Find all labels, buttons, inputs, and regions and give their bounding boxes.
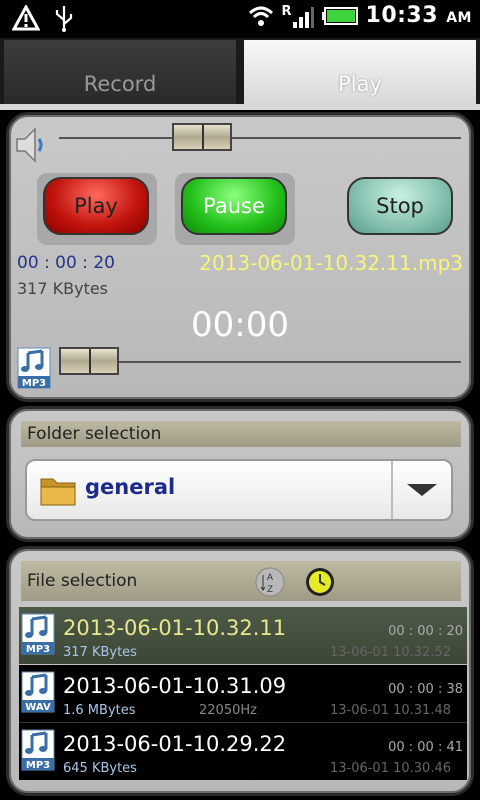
file-sample-rate: 22050Hz [199,703,257,718]
wifi-icon [248,6,273,26]
status-bar: R 10:33 AM [0,0,480,38]
file-section-title: File selection [27,571,138,591]
folder-section-header: Folder selection [21,421,461,447]
file-row[interactable]: MP3 2013-06-01-10.29.22 645 KBytes 00 : … [19,723,467,780]
file-size: 1.6 MBytes [63,703,136,718]
play-button-label: Play [74,194,118,218]
roaming-indicator: R [281,4,292,19]
file-row[interactable]: WAV 2013-06-01-10.31.09 1.6 MBytes 22050… [19,665,467,722]
stop-button-label: Stop [376,194,424,218]
file-size: 645 KBytes [63,761,137,776]
wav-file-icon: WAV [21,671,55,713]
speaker-icon[interactable] [15,123,49,167]
pause-button-frame: Pause [175,173,295,245]
progress-track[interactable] [59,361,461,363]
folder-selected-value: general [85,475,176,499]
file-name: 2013-06-01-10.32.11 [63,616,287,640]
pause-button[interactable]: Pause [181,177,287,235]
file-size: 317 KBytes [63,645,137,660]
player-panel: Play Pause Stop 00 : 00 : 20 317 KBytes … [6,112,474,402]
volume-track[interactable] [59,137,461,139]
row-format-badge: MP3 [26,760,50,771]
mp3-file-icon: MP3 [21,729,55,771]
file-duration: 00 : 00 : 20 [388,624,463,639]
file-row[interactable]: MP3 2013-06-01-10.32.11 317 KBytes 00 : … [19,607,467,664]
stop-button[interactable]: Stop [347,177,453,235]
folder-icon [40,478,76,506]
progress-thumb[interactable] [59,347,119,375]
mp3-file-icon: MP3 [21,613,55,655]
file-section-header: File selection [21,561,461,601]
file-name: 2013-06-01-10.29.22 [63,732,287,756]
clock: 10:33 AM [365,3,472,28]
file-date: 13-06-01 10.31.48 [329,703,451,718]
pause-button-label: Pause [203,194,265,218]
track-size: 317 KBytes [17,279,109,298]
warning-icon [12,5,40,31]
volume-thumb[interactable] [171,123,232,151]
folder-dropdown[interactable]: general [25,459,453,521]
svg-text:Z: Z [267,585,273,595]
file-date: 13-06-01 10.32.52 [329,645,451,660]
chevron-down-icon[interactable] [391,461,451,519]
svg-text:A: A [267,573,274,583]
file-date: 13-06-01 10.30.46 [329,761,451,776]
play-button-frame: Play [37,173,157,245]
signal-icon [292,6,314,28]
file-duration: 00 : 00 : 38 [388,682,463,697]
file-panel: File selection AZ MP3 2013-06-01-10.32.1… [6,546,474,796]
stop-button-frame: Stop [341,173,461,245]
tab-play-label: Play [338,72,382,96]
file-duration: 00 : 00 : 41 [388,740,463,755]
tab-bar: Record Play [0,38,480,104]
battery-icon [321,6,358,25]
folder-panel: Folder selection general [6,406,474,542]
mp3-badge-text: MP3 [22,378,46,389]
usb-icon [55,6,73,32]
track-duration: 00 : 00 : 20 [17,253,115,273]
tab-indicator [0,104,480,110]
row-format-badge: MP3 [26,644,50,655]
track-filename: 2013-06-01-10.32.11.mp3 [199,251,463,275]
file-name: 2013-06-01-10.31.09 [63,674,287,698]
tab-record[interactable]: Record [4,40,236,104]
row-format-badge: WAV [25,702,51,713]
tab-record-label: Record [83,72,157,96]
mp3-file-icon: MP3 [17,347,51,389]
play-button[interactable]: Play [43,177,149,235]
sort-time-icon[interactable] [305,567,335,597]
playback-position: 00:00 [191,305,289,345]
sort-alpha-icon[interactable]: AZ [255,567,285,597]
tab-play[interactable]: Play [244,40,476,104]
